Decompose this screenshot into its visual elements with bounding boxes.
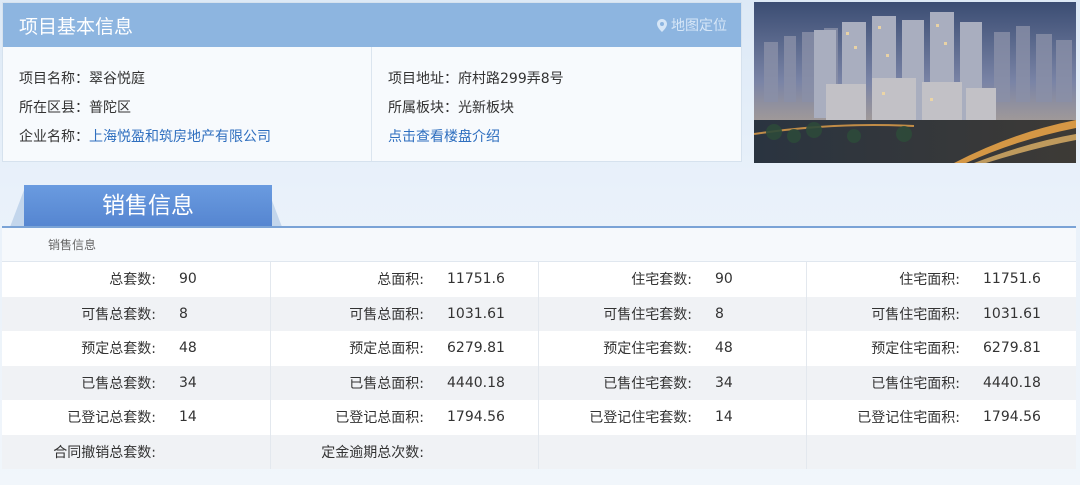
- sales-field-label: 预定住宅面积:: [806, 331, 974, 366]
- address-label: 项目地址：: [388, 71, 458, 87]
- table-row: 总套数: 90 总面积: 11751.6 住宅套数: 90 住宅面积: 11751.6: [2, 262, 1076, 297]
- table-row: 已登记总套数: 14 已登记总面积: 1794.56 已登记住宅套数: 14 已登记住宅面积…: [2, 400, 1076, 435]
- sales-field-value: [974, 434, 1076, 469]
- tab-decoration-left: [10, 190, 24, 227]
- sales-field-value: 4440.18: [974, 365, 1076, 400]
- sales-field-label: 已售住宅面积:: [806, 365, 974, 400]
- sales-field-value: 48: [170, 331, 271, 366]
- project-info-left-column: 项目名称：翠谷悦庭 所在区县：普陀区 企业名称：上海悦盈和筑房地产有限公司: [3, 47, 372, 161]
- project-info-right-column: 项目地址：府村路299弄8号 所属板块：光新板块 点击查看楼盘介绍: [372, 47, 564, 161]
- block-value: 光新板块: [458, 100, 514, 116]
- sales-field-value: 34: [170, 365, 271, 400]
- sales-field-value: [438, 434, 539, 469]
- sales-field-label: 已售住宅套数:: [538, 365, 706, 400]
- sales-field-label: [806, 434, 974, 469]
- sales-field-label: 可售住宅面积:: [806, 296, 974, 331]
- sales-info-section: 销售信息 总套数: 90 总面积: 11751.6 住宅套数: 90 住宅面积: 11751.…: [2, 228, 1076, 469]
- table-row: 预定总套数: 48 预定总面积: 6279.81 预定住宅套数: 48 预定住宅面积: 627…: [2, 331, 1076, 366]
- sales-field-label: 总面积:: [270, 262, 438, 297]
- sales-field-label: [538, 434, 706, 469]
- sales-field-label: 预定总面积:: [270, 331, 438, 366]
- sales-field-label: 住宅套数:: [538, 262, 706, 297]
- sales-field-value: 6279.81: [438, 331, 539, 366]
- sales-field-label: 定金逾期总次数:: [270, 434, 438, 469]
- block-row: 所属板块：光新板块: [388, 94, 564, 123]
- table-row: 可售总套数: 8 可售总面积: 1031.61 可售住宅套数: 8 可售住宅面积: 1031.…: [2, 296, 1076, 331]
- sales-field-value: 34: [706, 365, 807, 400]
- district-label: 所在区县：: [19, 100, 89, 116]
- project-info-body: 项目名称：翠谷悦庭 所在区县：普陀区 企业名称：上海悦盈和筑房地产有限公司 项目…: [3, 47, 741, 161]
- map-location-link[interactable]: 地图定位: [657, 15, 727, 35]
- sales-field-value: 6279.81: [974, 331, 1076, 366]
- sales-field-value: 90: [170, 262, 271, 297]
- project-info-title: 项目基本信息: [19, 15, 134, 38]
- project-name-value: 翠谷悦庭: [89, 71, 145, 87]
- project-name-label: 项目名称：: [19, 71, 89, 87]
- sales-field-value: [170, 434, 271, 469]
- sales-field-value: 4440.18: [438, 365, 539, 400]
- sales-field-label: 已售总套数:: [2, 365, 170, 400]
- sales-field-label: 已登记总套数:: [2, 400, 170, 435]
- sales-table: 总套数: 90 总面积: 11751.6 住宅套数: 90 住宅面积: 11751.6 可售总套…: [2, 262, 1076, 469]
- sales-field-value: 1031.61: [974, 296, 1076, 331]
- sales-field-value: 8: [706, 296, 807, 331]
- sales-field-value: 90: [706, 262, 807, 297]
- intro-row: 点击查看楼盘介绍: [388, 123, 564, 152]
- sales-field-value: 11751.6: [974, 262, 1076, 297]
- sales-table-body: 总套数: 90 总面积: 11751.6 住宅套数: 90 住宅面积: 11751.6 可售总套…: [2, 262, 1076, 469]
- project-photo: [754, 2, 1076, 163]
- sales-field-label: 住宅面积:: [806, 262, 974, 297]
- project-name-row: 项目名称：翠谷悦庭: [19, 65, 371, 94]
- sales-field-value: 14: [170, 400, 271, 435]
- company-label: 企业名称：: [19, 129, 89, 145]
- block-label: 所属板块：: [388, 100, 458, 116]
- sales-field-label: 已登记住宅面积:: [806, 400, 974, 435]
- sales-field-label: 合同撤销总套数:: [2, 434, 170, 469]
- sales-field-label: 已登记总面积:: [270, 400, 438, 435]
- district-value: 普陀区: [89, 100, 131, 116]
- sales-field-label: 可售总面积:: [270, 296, 438, 331]
- sales-field-label: 可售住宅套数:: [538, 296, 706, 331]
- sales-field-value: [706, 434, 807, 469]
- project-photo-image: [754, 2, 1076, 163]
- sales-field-label: 预定住宅套数:: [538, 331, 706, 366]
- company-row: 企业名称：上海悦盈和筑房地产有限公司: [19, 123, 371, 152]
- sales-field-label: 已售总面积:: [270, 365, 438, 400]
- project-info-header: 项目基本信息 地图定位: [3, 3, 741, 47]
- district-row: 所在区县：普陀区: [19, 94, 371, 123]
- sales-field-value: 1794.56: [438, 400, 539, 435]
- map-pin-icon: [657, 18, 667, 32]
- company-link[interactable]: 上海悦盈和筑房地产有限公司: [89, 129, 271, 145]
- sales-caption: 销售信息: [2, 228, 1076, 262]
- address-value: 府村路299弄8号: [458, 71, 564, 87]
- tab-sales-info[interactable]: 销售信息: [24, 185, 272, 227]
- sales-field-value: 1031.61: [438, 296, 539, 331]
- table-row: 合同撤销总套数: 定金逾期总次数:: [2, 434, 1076, 469]
- sales-field-label: 总套数:: [2, 262, 170, 297]
- sales-field-value: 1794.56: [974, 400, 1076, 435]
- address-row: 项目地址：府村路299弄8号: [388, 65, 564, 94]
- sales-field-label: 已登记住宅套数:: [538, 400, 706, 435]
- sales-field-label: 预定总套数:: [2, 331, 170, 366]
- map-location-label: 地图定位: [671, 18, 727, 34]
- project-intro-link[interactable]: 点击查看楼盘介绍: [388, 129, 500, 145]
- project-info-panel: 项目基本信息 地图定位 项目名称：翠谷悦庭 所在区县：普陀区 企业名称：上海悦盈…: [2, 2, 742, 162]
- table-row: 已售总套数: 34 已售总面积: 4440.18 已售住宅套数: 34 已售住宅面积: 444…: [2, 365, 1076, 400]
- sales-field-value: 14: [706, 400, 807, 435]
- sales-field-value: 8: [170, 296, 271, 331]
- sales-field-label: 可售总套数:: [2, 296, 170, 331]
- sales-field-value: 11751.6: [438, 262, 539, 297]
- sales-field-value: 48: [706, 331, 807, 366]
